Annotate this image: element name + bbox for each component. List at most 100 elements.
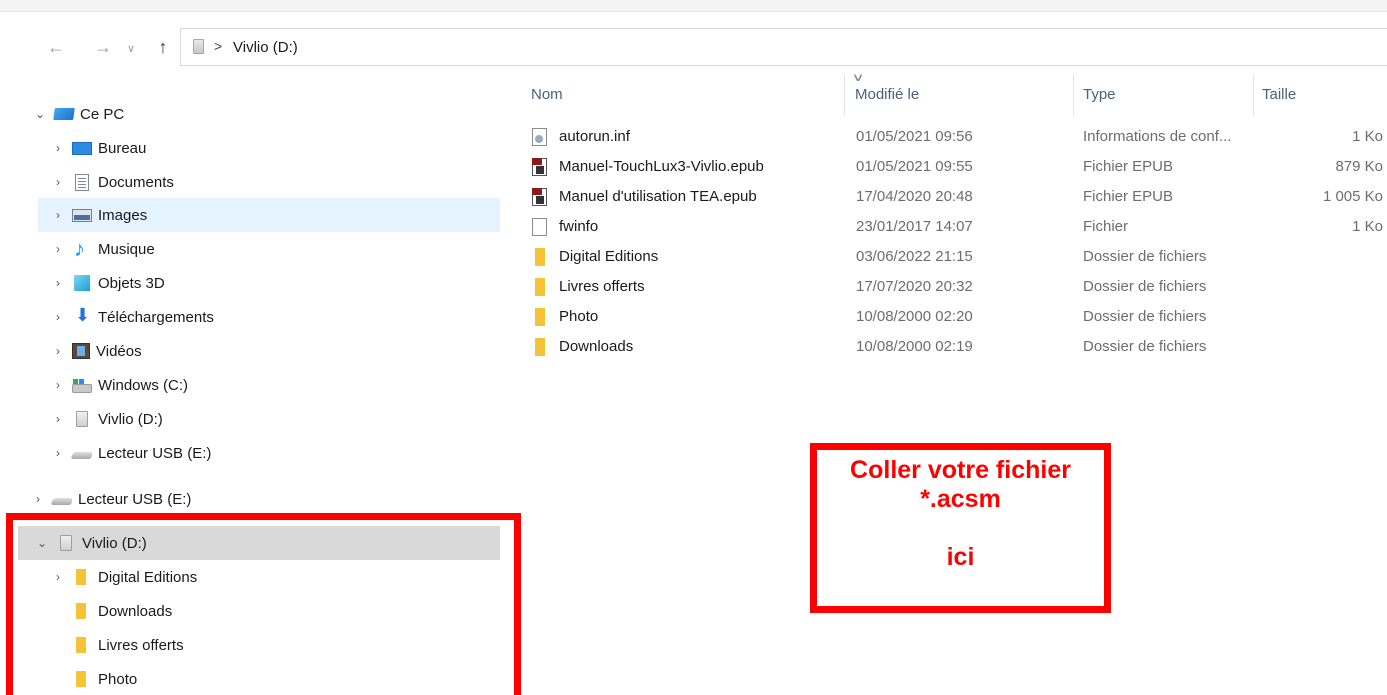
tree-item-label: Musique — [98, 240, 155, 258]
tree-item-label: Photo — [98, 670, 138, 688]
column-header-name[interactable]: Nom — [531, 86, 563, 103]
pictures-icon — [72, 208, 92, 222]
file-modified: 01/05/2021 09:56 — [856, 128, 973, 145]
file-row[interactable]: Downloads 10/08/2000 02:19 Dossier de fi… — [520, 332, 1387, 362]
file-size: 879 Ko — [1335, 158, 1383, 175]
breadcrumb-vivlio-drive[interactable]: Vivlio (D:) — [233, 39, 298, 56]
file-name: Photo — [559, 308, 599, 325]
file-row[interactable]: Manuel d'utilisation TEA.epub 17/04/2020… — [520, 182, 1387, 212]
file-modified: 03/06/2022 21:15 — [856, 248, 973, 265]
file-modified: 17/04/2020 20:48 — [856, 188, 973, 205]
chevron-right-icon[interactable]: › — [50, 310, 66, 324]
tree-item-vivlio-root[interactable]: ⌄ Vivlio (D:) — [18, 526, 500, 560]
file-row[interactable]: fwinfo 23/01/2017 14:07 Fichier 1 Ko — [520, 212, 1387, 242]
chevron-right-icon[interactable]: › — [50, 446, 66, 460]
forward-arrow-icon[interactable]: → — [91, 36, 115, 58]
tree-item-documents[interactable]: › Documents — [50, 165, 174, 199]
file-modified: 17/07/2020 20:32 — [856, 278, 973, 295]
back-arrow-icon[interactable]: ← — [44, 36, 68, 58]
chevron-right-icon[interactable]: › — [50, 412, 66, 426]
chevron-right-icon[interactable]: › — [50, 344, 66, 358]
recent-locations-chevron-icon[interactable]: ∨ — [119, 38, 143, 60]
tree-item-downloads[interactable]: Downloads — [66, 594, 172, 628]
tree-item-label: Documents — [98, 173, 174, 191]
file-row[interactable]: Manuel-TouchLux3-Vivlio.epub 01/05/2021 … — [520, 152, 1387, 182]
folder-icon — [535, 338, 545, 356]
column-header-size[interactable]: Taille — [1262, 86, 1296, 103]
tree-item-this-pc[interactable]: ⌄ Ce PC — [32, 97, 124, 131]
callout-line: *.acsm — [920, 485, 1001, 513]
file-modified: 23/01/2017 14:07 — [856, 218, 973, 235]
file-row[interactable]: Photo 10/08/2000 02:20 Dossier de fichie… — [520, 302, 1387, 332]
file-size: 1 Ko — [1352, 128, 1383, 145]
chevron-right-icon[interactable]: › — [50, 378, 66, 392]
chevron-down-icon[interactable]: ⌄ — [32, 107, 48, 121]
sort-chevron-down-icon: ∨ — [851, 72, 865, 84]
documents-icon — [75, 173, 89, 191]
chevron-right-icon[interactable]: › — [50, 141, 66, 155]
tree-item-images[interactable]: › Images — [38, 198, 500, 232]
tree-item-usb-e[interactable]: › Lecteur USB (E:) — [50, 436, 211, 470]
tree-item-photo[interactable]: Photo — [66, 662, 137, 695]
tree-item-label: Ce PC — [80, 105, 125, 123]
file-name: Livres offerts — [559, 278, 645, 295]
videos-icon — [72, 343, 90, 359]
tree-item-objets-3d[interactable]: › Objets 3D — [50, 266, 165, 300]
chevron-right-icon[interactable]: › — [50, 276, 66, 290]
file-row[interactable]: Digital Editions 03/06/2022 21:15 Dossie… — [520, 242, 1387, 272]
tree-item-digital-editions[interactable]: › Digital Editions — [50, 560, 197, 594]
address-toolbar: ← → ∨ ↑ > Vivlio (D:) — [0, 22, 1387, 74]
tree-item-label: Objets 3D — [98, 274, 165, 292]
file-row[interactable]: Livres offerts 17/07/2020 20:32 Dossier … — [520, 272, 1387, 302]
file-name: Manuel-TouchLux3-Vivlio.epub — [559, 158, 764, 175]
breadcrumb-separator-icon: > — [214, 38, 223, 54]
tree-item-label: Digital Editions — [98, 568, 198, 586]
callout-line: ici — [946, 543, 975, 571]
chevron-right-icon[interactable]: › — [50, 208, 66, 222]
tree-item-livres-offerts[interactable]: Livres offerts — [66, 628, 184, 662]
tree-item-telechargements[interactable]: › Téléchargements — [50, 300, 214, 334]
tree-item-label: Vivlio (D:) — [82, 534, 147, 552]
folder-icon — [535, 308, 545, 326]
folder-icon — [535, 248, 545, 266]
column-header-modified[interactable]: Modifié le — [855, 86, 919, 103]
file-row[interactable]: autorun.inf 01/05/2021 09:56 Information… — [520, 122, 1387, 152]
chevron-right-icon[interactable]: › — [50, 175, 66, 189]
file-type: Dossier de fichiers — [1083, 338, 1207, 355]
folder-icon — [76, 569, 86, 585]
address-bar[interactable]: > Vivlio (D:) — [180, 28, 1387, 66]
desktop-icon — [72, 141, 92, 155]
tree-item-label: Lecteur USB (E:) — [98, 444, 212, 462]
file-name: Manuel d'utilisation TEA.epub — [559, 188, 757, 205]
tree-item-label: Lecteur USB (E:) — [78, 490, 192, 508]
tree-item-bureau[interactable]: › Bureau — [50, 131, 146, 165]
column-divider[interactable] — [1253, 74, 1254, 116]
tree-item-windows-c[interactable]: › Windows (C:) — [50, 368, 188, 402]
tree-item-label: Téléchargements — [98, 308, 214, 326]
chevron-right-icon[interactable]: › — [30, 492, 46, 506]
3d-objects-icon — [74, 275, 90, 291]
chevron-right-icon[interactable]: › — [50, 242, 66, 256]
tree-item-label: Livres offerts — [98, 636, 184, 654]
tree-item-usb-e-root[interactable]: › Lecteur USB (E:) — [30, 482, 191, 516]
up-arrow-icon[interactable]: ↑ — [151, 36, 175, 58]
chevron-right-icon[interactable]: › — [50, 570, 66, 584]
column-divider[interactable] — [1073, 74, 1074, 116]
drive-icon — [193, 39, 204, 54]
column-header-row: Nom ∨ Modifié le Type Taille — [510, 72, 1387, 116]
file-type: Fichier EPUB — [1083, 158, 1174, 175]
file-name: autorun.inf — [559, 128, 630, 145]
chevron-down-icon[interactable]: ⌄ — [34, 536, 50, 550]
tree-item-vivlio-d[interactable]: › Vivlio (D:) — [50, 402, 163, 436]
tree-item-musique[interactable]: › Musique — [50, 232, 155, 266]
usb-drive-icon — [52, 491, 72, 507]
folder-icon — [76, 637, 86, 653]
windows-drive-icon — [72, 377, 92, 393]
tree-item-videos[interactable]: › Vidéos — [50, 334, 142, 368]
column-divider[interactable] — [844, 74, 845, 116]
usb-drive-icon — [72, 445, 92, 461]
epub-file-icon — [532, 158, 547, 176]
column-header-type[interactable]: Type — [1083, 86, 1116, 103]
tree-item-label: Bureau — [98, 139, 147, 157]
callout-line — [817, 514, 1104, 543]
